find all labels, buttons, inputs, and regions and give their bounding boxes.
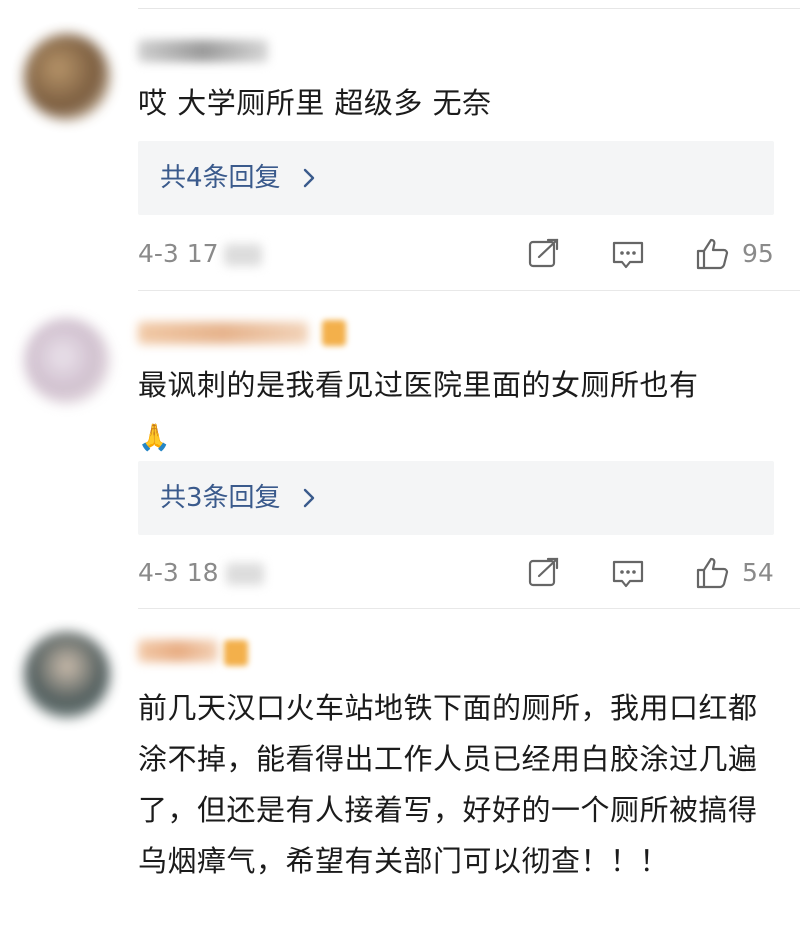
comment-text: 最讽刺的是我看见过医院里面的女厕所也有 🙏 (138, 360, 783, 464)
share-icon[interactable] (526, 555, 562, 591)
comment-icon[interactable] (610, 236, 646, 272)
divider (138, 608, 800, 609)
comment-icon[interactable] (610, 555, 646, 591)
avatar[interactable] (24, 632, 110, 718)
username[interactable] (138, 40, 268, 62)
reply-count-label: 共4条回复 (160, 163, 281, 193)
avatar[interactable] (24, 318, 110, 404)
like-count: 54 (742, 558, 774, 587)
timestamp: 4-3 18 (138, 558, 219, 587)
view-replies-button[interactable]: 共4条回复 (138, 141, 774, 215)
share-icon[interactable] (526, 236, 562, 272)
comment-text: 前几天汉口火车站地铁下面的厕所，我用口红都涂不掉，能看得出工作人员已经用白胶涂过… (138, 683, 783, 887)
username[interactable] (138, 322, 308, 344)
like-count: 95 (742, 239, 774, 268)
chevron-right-icon (303, 168, 315, 188)
vip-badge (322, 320, 346, 346)
username[interactable] (138, 640, 218, 662)
like-icon[interactable] (694, 555, 730, 591)
reply-count-label: 共3条回复 (160, 483, 281, 513)
timestamp: 4-3 17 (138, 239, 219, 268)
comment-text: 哎 大学厕所里 超级多 无奈 (138, 78, 783, 129)
comment-meta: 4-3 17 95 (138, 232, 778, 276)
top-divider (138, 8, 800, 9)
chevron-right-icon (303, 488, 315, 508)
comment-meta: 4-3 18 54 (138, 551, 778, 595)
view-replies-button[interactable]: 共3条回复 (138, 461, 774, 535)
divider (138, 290, 800, 291)
like-icon[interactable] (694, 236, 730, 272)
comment-text-content: 哎 大学厕所里 超级多 无奈 (138, 86, 492, 120)
comment-text-content: 最讽刺的是我看见过医院里面的女厕所也有 (138, 368, 699, 402)
timestamp-redacted (226, 563, 264, 585)
timestamp-redacted (224, 244, 262, 266)
pray-emoji: 🙏 (138, 423, 171, 453)
avatar[interactable] (24, 34, 110, 120)
vip-badge (224, 640, 248, 666)
comment-text-content: 前几天汉口火车站地铁下面的厕所，我用口红都涂不掉，能看得出工作人员已经用白胶涂过… (138, 691, 758, 878)
